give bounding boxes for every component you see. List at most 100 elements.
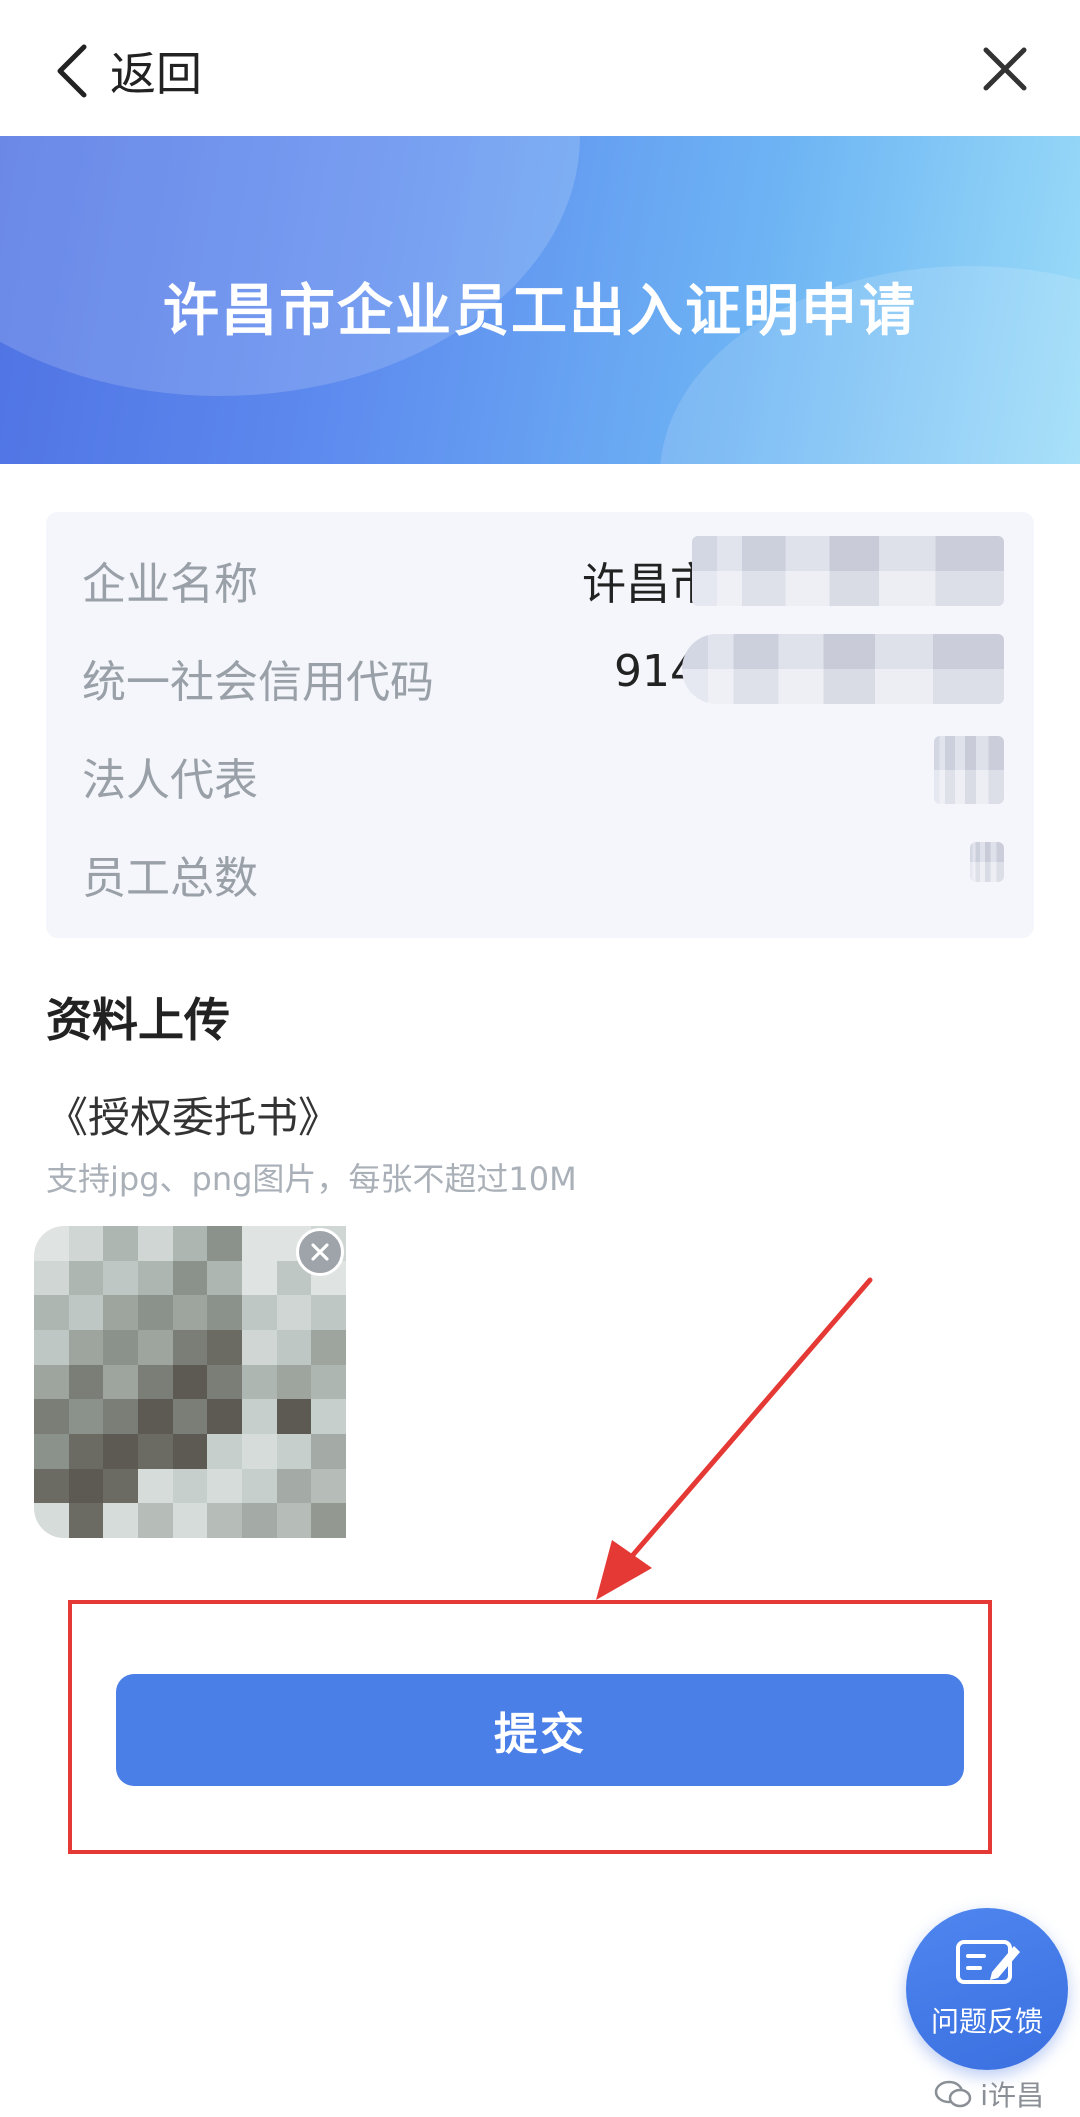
chevron-left-icon <box>57 44 87 98</box>
thumbnail-pixel <box>34 1364 69 1400</box>
form-content: 企业名称 许昌市 统一社会信用代码 914 法人代表 员工总数 资料上传 《授权… <box>0 464 1080 2117</box>
thumbnail-pixel <box>242 1468 277 1504</box>
thumbnail-pixel <box>34 1434 69 1469</box>
thumbnail-pixel <box>311 1399 346 1434</box>
thumbnail-pixel <box>103 1399 138 1434</box>
page-title: 许昌市企业员工出入证明申请 <box>163 279 917 344</box>
thumbnail-pixel <box>311 1503 346 1538</box>
upload-section-title: 资料上传 <box>46 993 230 1047</box>
thumbnail-pixel <box>172 1330 208 1365</box>
thumbnail-pixel <box>68 1434 104 1469</box>
thumbnail-pixel <box>138 1226 173 1261</box>
redacted-value <box>692 536 1004 606</box>
thumbnail-pixel <box>68 1295 104 1330</box>
info-row-credit-code: 统一社会信用代码 914 <box>82 634 1004 708</box>
edit-feedback-icon <box>956 1940 1020 1984</box>
thumbnail-pixel <box>172 1399 208 1434</box>
thumbnail-pixel <box>34 1260 69 1296</box>
thumbnail-pixel <box>311 1468 346 1504</box>
document-name: 《授权委托书》 <box>46 1093 341 1142</box>
info-label: 法人代表 <box>82 755 258 806</box>
thumbnail-pixel <box>207 1295 242 1330</box>
thumbnail-pixel <box>103 1364 138 1400</box>
thumbnail-pixel <box>68 1226 104 1261</box>
thumbnail-pixel <box>311 1295 346 1330</box>
thumbnail-pixel <box>68 1260 104 1296</box>
thumbnail-pixel <box>207 1330 242 1365</box>
thumbnail-pixel <box>138 1468 173 1504</box>
annotation-arrow <box>596 1277 873 1600</box>
thumbnail-pixel <box>207 1503 242 1538</box>
thumbnail-pixel <box>103 1468 138 1504</box>
thumbnail-pixel <box>242 1226 277 1261</box>
info-label: 统一社会信用代码 <box>82 657 434 708</box>
thumbnail-pixel <box>103 1330 138 1365</box>
thumbnail-pixel <box>276 1330 312 1365</box>
info-label: 员工总数 <box>82 853 258 904</box>
back-label: 返回 <box>110 47 202 101</box>
remove-image-icon[interactable] <box>296 1228 344 1276</box>
thumbnail-pixel <box>34 1399 69 1434</box>
thumbnail-pixel <box>138 1260 173 1296</box>
thumbnail-pixel <box>103 1260 138 1296</box>
watermark: i许昌 <box>934 2074 1044 2114</box>
submit-button[interactable]: 提交 <box>116 1674 964 1786</box>
close-icon[interactable] <box>980 44 1030 94</box>
thumbnail-pixel <box>172 1226 208 1261</box>
thumbnail-pixel <box>68 1364 104 1400</box>
wechat-icon <box>934 2080 972 2108</box>
thumbnail-pixel <box>34 1295 69 1330</box>
company-info-card: 企业名称 许昌市 统一社会信用代码 914 法人代表 员工总数 <box>46 512 1034 938</box>
watermark-text: i许昌 <box>980 2079 1044 2112</box>
thumbnail-pixel <box>138 1295 173 1330</box>
thumbnail-pixel <box>276 1503 312 1538</box>
thumbnail-pixel <box>242 1503 277 1538</box>
thumbnail-pixel <box>103 1434 138 1469</box>
thumbnail-pixel <box>138 1330 173 1365</box>
thumbnail-pixel <box>138 1364 173 1400</box>
thumbnail-pixel <box>207 1260 242 1296</box>
uploaded-image-thumbnail[interactable] <box>34 1226 346 1538</box>
thumbnail-pixel <box>172 1260 208 1296</box>
thumbnail-pixel <box>34 1330 69 1365</box>
thumbnail-pixel <box>103 1503 138 1538</box>
thumbnail-pixel <box>103 1226 138 1261</box>
thumbnail-pixel <box>68 1503 104 1538</box>
thumbnail-pixel <box>242 1330 277 1365</box>
thumbnail-pixel <box>276 1399 312 1434</box>
thumbnail-pixel <box>311 1364 346 1400</box>
feedback-button[interactable]: 问题反馈 <box>906 1908 1068 2070</box>
thumbnail-pixel <box>276 1295 312 1330</box>
thumbnail-pixel <box>138 1503 173 1538</box>
thumbnail-pixel <box>207 1434 242 1469</box>
thumbnail-pixel <box>207 1399 242 1434</box>
back-button[interactable]: 返回 <box>50 38 202 104</box>
thumbnail-pixel <box>311 1330 346 1365</box>
thumbnail-pixel <box>276 1468 312 1504</box>
thumbnail-pixel <box>242 1399 277 1434</box>
thumbnail-pixel <box>207 1226 242 1261</box>
info-row-legal-rep: 法人代表 <box>82 732 1004 806</box>
thumbnail-pixel <box>311 1434 346 1469</box>
header-banner: 许昌市企业员工出入证明申请 <box>0 136 1080 464</box>
top-nav-bar: 返回 <box>0 0 1080 136</box>
thumbnail-pixel <box>138 1434 173 1469</box>
feedback-label: 问题反馈 <box>930 2005 1043 2038</box>
thumbnail-pixel <box>68 1399 104 1434</box>
thumbnail-pixel <box>138 1399 173 1434</box>
thumbnail-pixel <box>242 1434 277 1469</box>
thumbnail-pixel <box>242 1260 277 1296</box>
thumbnail-pixel <box>172 1295 208 1330</box>
upload-hint: 支持jpg、png图片，每张不超过10M <box>46 1160 577 1198</box>
thumbnail-pixel <box>207 1468 242 1504</box>
thumbnail-pixel <box>207 1364 242 1400</box>
redacted-value <box>934 736 1004 804</box>
info-row-employee-count: 员工总数 <box>82 830 1004 904</box>
info-label: 企业名称 <box>82 559 258 610</box>
redacted-value <box>970 842 1004 882</box>
thumbnail-pixel <box>68 1468 104 1504</box>
thumbnail-pixel <box>242 1295 277 1330</box>
thumbnail-pixel <box>172 1364 208 1400</box>
thumbnail-pixel <box>68 1330 104 1365</box>
thumbnail-pixel <box>242 1364 277 1400</box>
